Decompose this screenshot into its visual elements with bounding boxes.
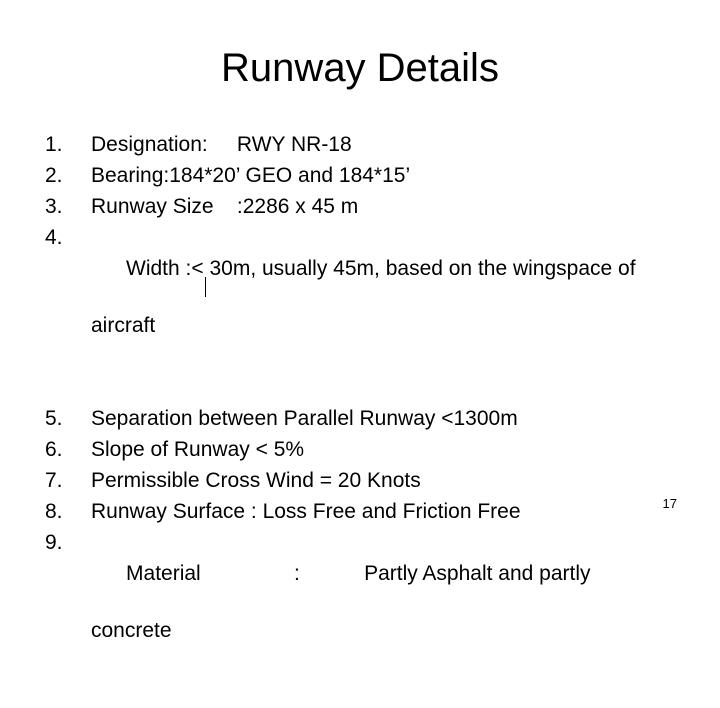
list-item: 3. Runway Size :2286 x 45 m [45,191,685,222]
item-number: 9. [45,531,63,554]
item-text-continuation: aircraft [91,314,156,337]
item-number: 5. [45,407,63,430]
item-text-continuation: concrete [91,619,172,642]
item-number: 2. [45,164,63,187]
text-cursor [205,277,206,297]
item-text: Designation: RWY NR-18 [91,133,352,156]
item-text: Permissible Cross Wind = 20 Knots [91,469,421,492]
item-text: Bearing:184*20’ GEO and 184*15’ [91,164,411,187]
list-item: 1. Designation: RWY NR-18 [45,129,685,160]
item-number: 8. [45,500,63,523]
item-number: 6. [45,438,63,461]
item-text: Slope of Runway < 5% [91,438,305,461]
item-text: Material : Partly Asphalt and partly [126,562,591,585]
list-item: 9. Material : Partly Asphalt and partly … [45,527,685,708]
item-text: Separation between Parallel Runway <1300… [91,407,518,430]
item-number: 7. [45,469,63,492]
item-text: Width :< 30m, usually 45m, based on the … [126,257,636,280]
item-number: 4. [45,226,63,249]
list-item: 8. Runway Surface : Loss Free and Fricti… [45,496,685,527]
list-item: 4. Width :< 30m, usually 45m, based on t… [45,222,685,403]
list-item: 2. Bearing:184*20’ GEO and 184*15’ [45,160,685,191]
item-number: 3. [45,195,63,218]
item-number: 1. [45,133,63,156]
list-item: 5. Separation between Parallel Runway <1… [45,403,685,434]
slide-title: Runway Details [221,46,499,90]
list-item: 6. Slope of Runway < 5% [45,434,685,465]
page-number: 17 [662,496,677,511]
runway-details-list: 1. Designation: RWY NR-18 2. Bearing:184… [45,129,685,708]
item-text: Runway Surface : Loss Free and Friction … [91,500,521,523]
item-text: Runway Size :2286 x 45 m [91,195,359,218]
list-item: 7. Permissible Cross Wind = 20 Knots [45,465,685,496]
